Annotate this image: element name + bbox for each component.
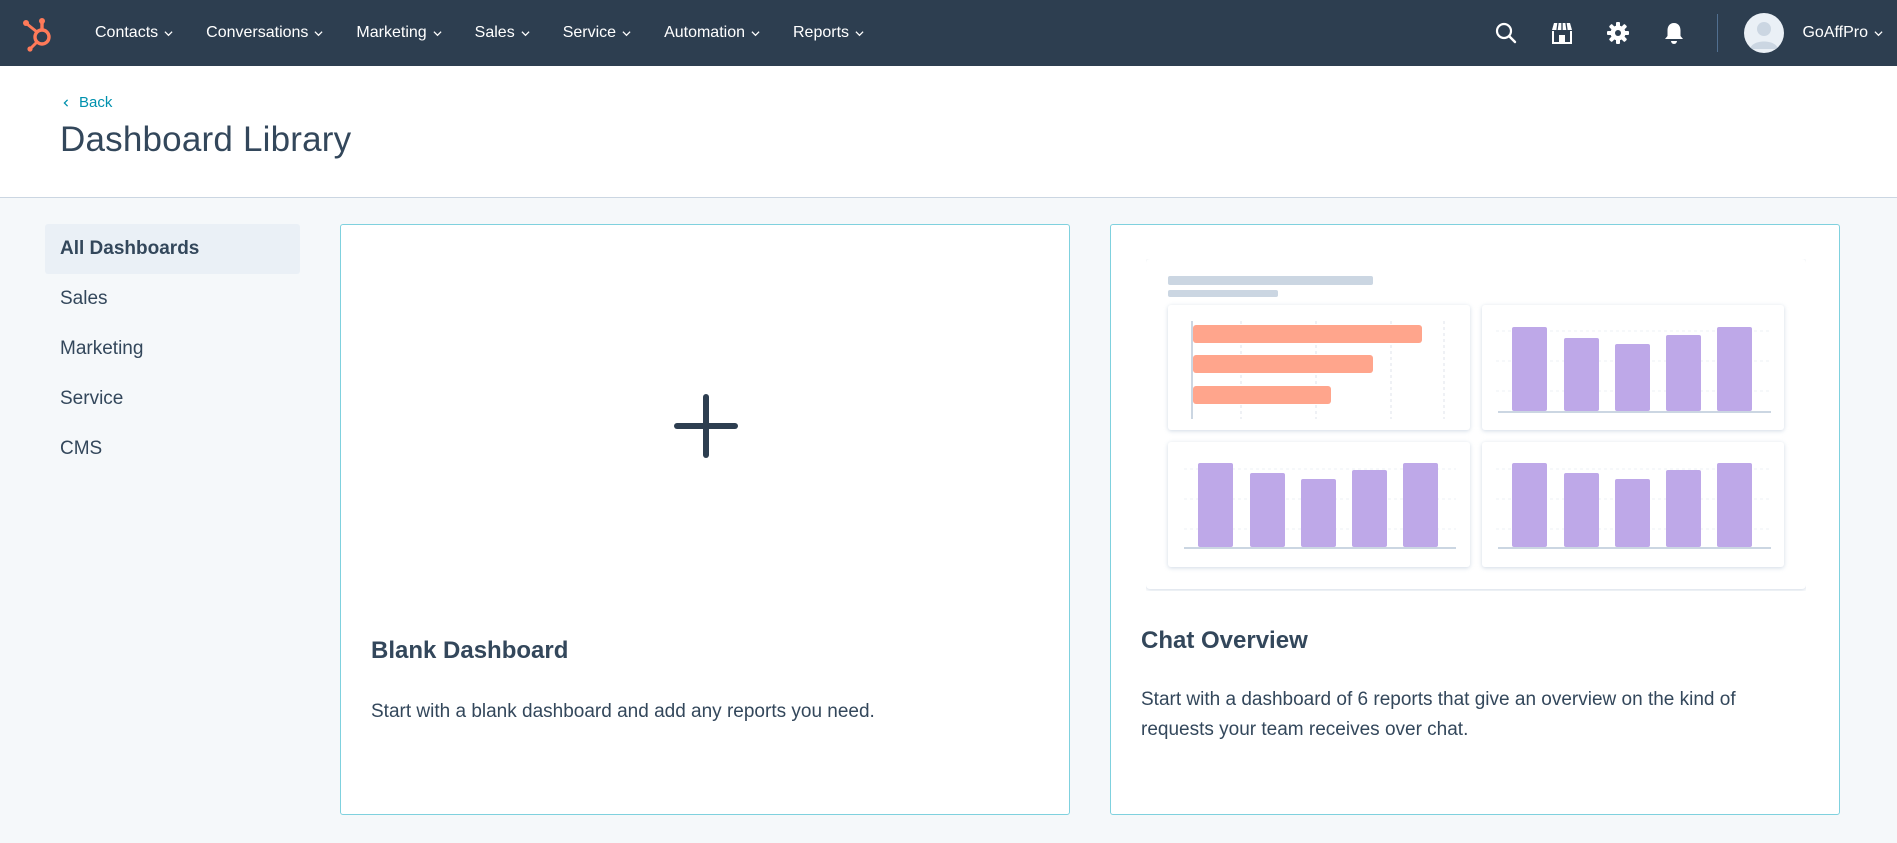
hubspot-logo-icon[interactable]	[20, 14, 58, 52]
search-icon[interactable]	[1493, 20, 1519, 46]
nav-item-label: Reports	[793, 24, 850, 41]
nav-item-label: Sales	[474, 24, 515, 41]
nav-menu: Contacts Conversations Marketing Sales S…	[95, 0, 897, 66]
nav-item-automation[interactable]: Automation	[664, 24, 760, 42]
sidebar-item-marketing[interactable]: Marketing	[45, 324, 300, 374]
sidebar-item-cms[interactable]: CMS	[45, 424, 300, 474]
top-navigation-bar: Contacts Conversations Marketing Sales S…	[0, 0, 1897, 66]
chevron-down-icon	[855, 30, 864, 36]
page-title: Dashboard Library	[60, 120, 352, 159]
back-link[interactable]: Back	[62, 94, 112, 111]
nav-item-label: Contacts	[95, 24, 159, 41]
nav-item-label: Conversations	[206, 24, 309, 41]
nav-item-sales[interactable]: Sales	[475, 24, 530, 42]
card-description: Start with a dashboard of 6 reports that…	[1141, 689, 1736, 740]
nav-item-marketing[interactable]: Marketing	[356, 24, 442, 42]
chevron-down-icon	[1874, 30, 1883, 36]
nav-item-reports[interactable]: Reports	[793, 24, 864, 42]
nav-item-contacts[interactable]: Contacts	[95, 24, 173, 42]
card-title: Chat Overview	[1141, 627, 1308, 654]
settings-icon[interactable]	[1605, 20, 1631, 46]
chevron-down-icon	[314, 30, 323, 36]
sidebar-item-sales[interactable]: Sales	[45, 274, 300, 324]
sidebar-item-service[interactable]: Service	[45, 374, 300, 424]
blank-dashboard-card[interactable]: Blank Dashboard Start with a blank dashb…	[340, 224, 1070, 815]
chevron-down-icon	[164, 30, 173, 36]
nav-item-label: Service	[562, 24, 617, 41]
dashboard-preview-illustration	[1146, 259, 1806, 589]
nav-utilities: GoAffPro	[1463, 0, 1897, 66]
chevron-down-icon	[751, 30, 760, 36]
account-menu[interactable]: GoAffPro	[1802, 24, 1883, 42]
back-label: Back	[79, 94, 113, 111]
avatar[interactable]	[1744, 13, 1785, 53]
nav-item-label: Automation	[664, 24, 745, 41]
nav-item-service[interactable]: Service	[563, 24, 631, 42]
account-name: GoAffPro	[1802, 24, 1868, 41]
notifications-icon[interactable]	[1661, 20, 1687, 46]
nav-item-conversations[interactable]: Conversations	[206, 24, 323, 42]
chat-overview-card[interactable]: Chat Overview Start with a dashboard of …	[1110, 224, 1840, 815]
chevron-down-icon	[433, 30, 442, 36]
plus-icon	[674, 394, 738, 458]
chevron-left-icon	[63, 98, 69, 107]
card-title: Blank Dashboard	[371, 637, 569, 664]
nav-divider	[1717, 14, 1719, 52]
sidebar: All Dashboards Sales Marketing Service C…	[45, 224, 300, 474]
chevron-down-icon	[521, 30, 530, 36]
marketplace-icon[interactable]	[1549, 20, 1575, 46]
sidebar-item-all-dashboards[interactable]: All Dashboards	[45, 224, 300, 274]
page-header: Back Dashboard Library	[0, 66, 1897, 198]
chevron-down-icon	[622, 30, 631, 36]
card-description: Start with a blank dashboard and add any…	[371, 701, 875, 722]
user-icon	[1750, 22, 1779, 49]
nav-item-label: Marketing	[356, 24, 427, 41]
